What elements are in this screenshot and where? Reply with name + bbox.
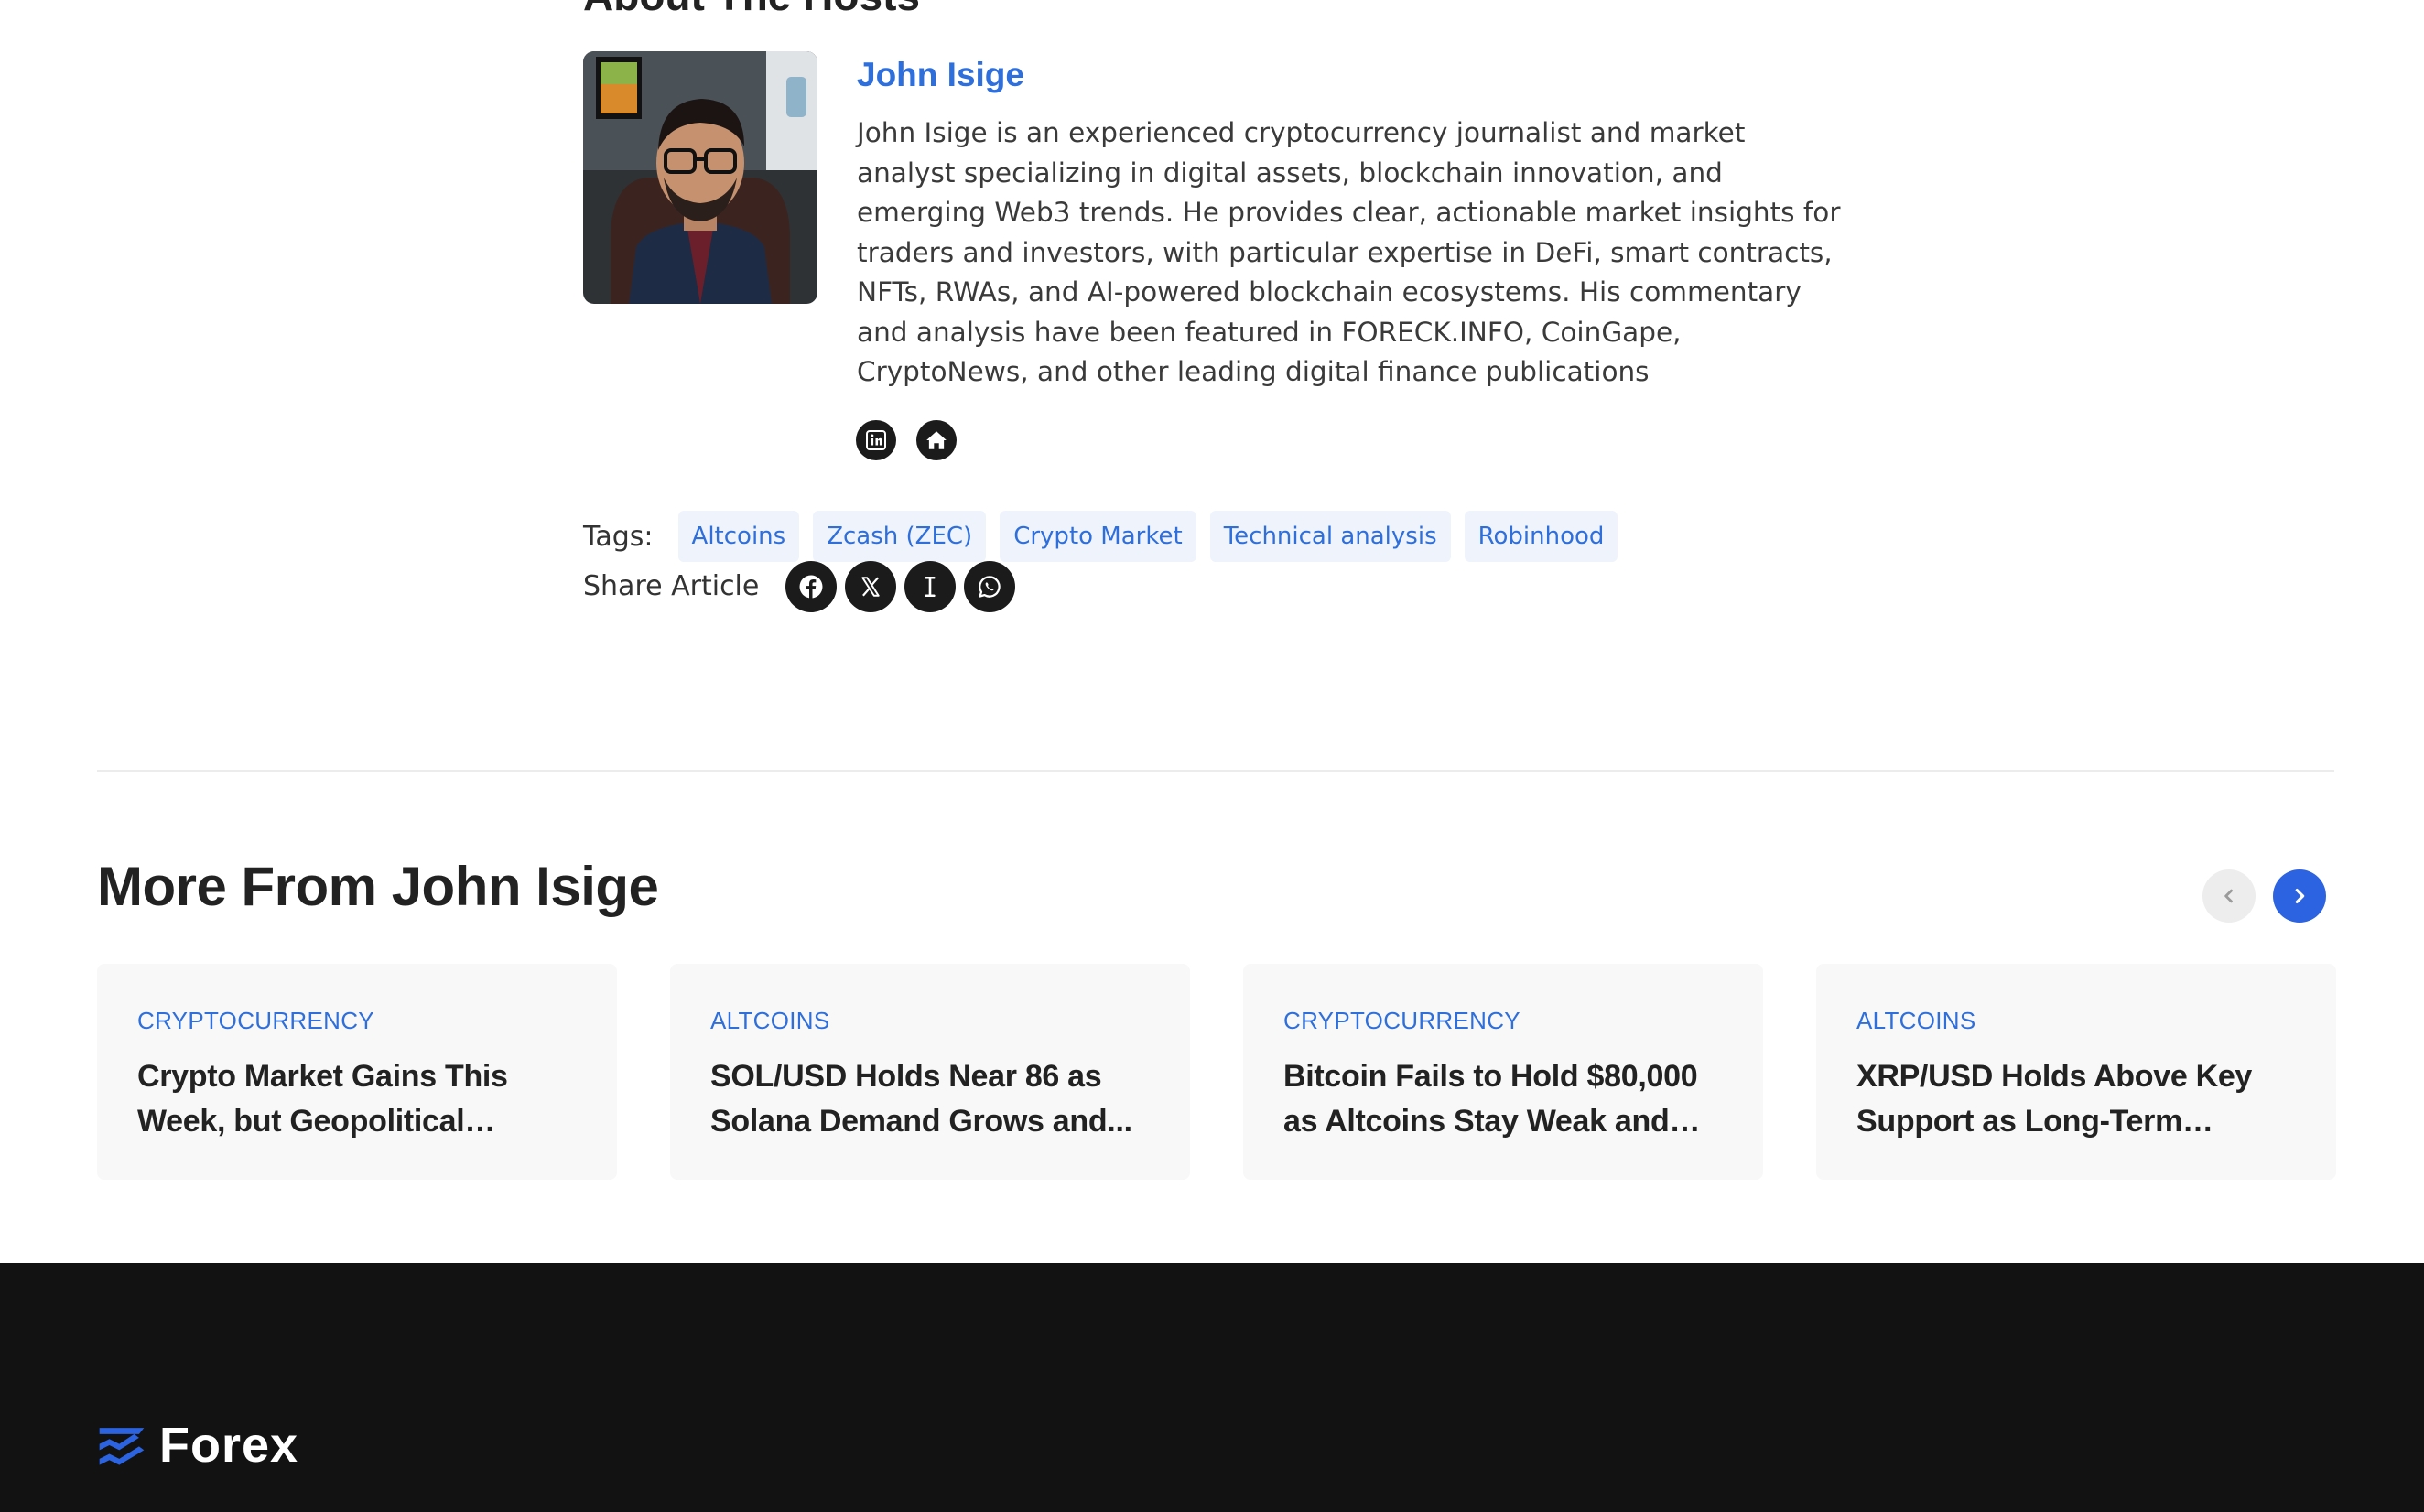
article-title[interactable]: Bitcoin Fails to Hold $80,000 as Altcoin… [1283,1054,1723,1144]
article-card[interactable]: CRYPTOCURRENCY Crypto Market Gains This … [97,964,617,1180]
article-category[interactable]: ALTCOINS [710,1007,1150,1034]
author-avatar [583,51,817,304]
more-from-author-title: More From John Isige [97,856,659,917]
tag-altcoins[interactable]: Altcoins [677,511,800,562]
footer-logo-text: Forex [159,1418,299,1473]
tag-crypto-market[interactable]: Crypto Market [1000,511,1196,562]
tags-label: Tags: [583,520,654,553]
article-category[interactable]: CRYPTOCURRENCY [137,1007,577,1034]
tags-row: Tags: Altcoins Zcash (ZEC) Crypto Market… [583,511,1631,562]
site-footer: Forex [0,1263,2424,1512]
article-title[interactable]: XRP/USD Holds Above Key Support as Long-… [1856,1054,2296,1144]
tag-zcash[interactable]: Zcash (ZEC) [813,511,987,562]
section-divider [97,770,2334,772]
facebook-icon[interactable] [785,560,838,612]
article-category[interactable]: CRYPTOCURRENCY [1283,1007,1723,1034]
whatsapp-icon[interactable] [964,560,1016,612]
chevron-left-icon [2224,889,2233,903]
tag-technical-analysis[interactable]: Technical analysis [1209,511,1451,562]
more-articles-list: CRYPTOCURRENCY Crypto Market Gains This … [97,964,2336,1180]
share-article-label: Share Article [583,570,760,602]
chevron-right-icon [2295,889,2305,903]
linkedin-icon[interactable] [856,420,896,460]
article-title[interactable]: SOL/USD Holds Near 86 as Solana Demand G… [710,1054,1150,1144]
carousel-prev-button[interactable] [2202,869,2256,923]
footer-logo[interactable]: Forex [97,1419,298,1472]
article-card[interactable]: ALTCOINS SOL/USD Holds Near 86 as Solana… [670,964,1190,1180]
author-name-link[interactable]: John Isige [857,51,1024,99]
x-icon[interactable] [845,560,897,612]
share-article-row: Share Article [583,560,1016,612]
text-cursor-icon[interactable] [904,560,957,612]
author-profile-links [856,420,957,460]
home-icon[interactable] [916,420,957,460]
article-card[interactable]: ALTCOINS XRP/USD Holds Above Key Support… [1816,964,2336,1180]
author-bio: John Isige is an experienced cryptocurre… [857,117,1841,387]
article-title[interactable]: Crypto Market Gains This Week, but Geopo… [137,1054,577,1144]
about-hosts-heading: About The Hosts [583,0,920,20]
article-card[interactable]: CRYPTOCURRENCY Bitcoin Fails to Hold $80… [1243,964,1763,1180]
article-category[interactable]: ALTCOINS [1856,1007,2296,1034]
tag-robinhood[interactable]: Robinhood [1464,511,1618,562]
carousel-next-button[interactable] [2273,869,2326,923]
forex-logo-icon [99,1428,145,1465]
